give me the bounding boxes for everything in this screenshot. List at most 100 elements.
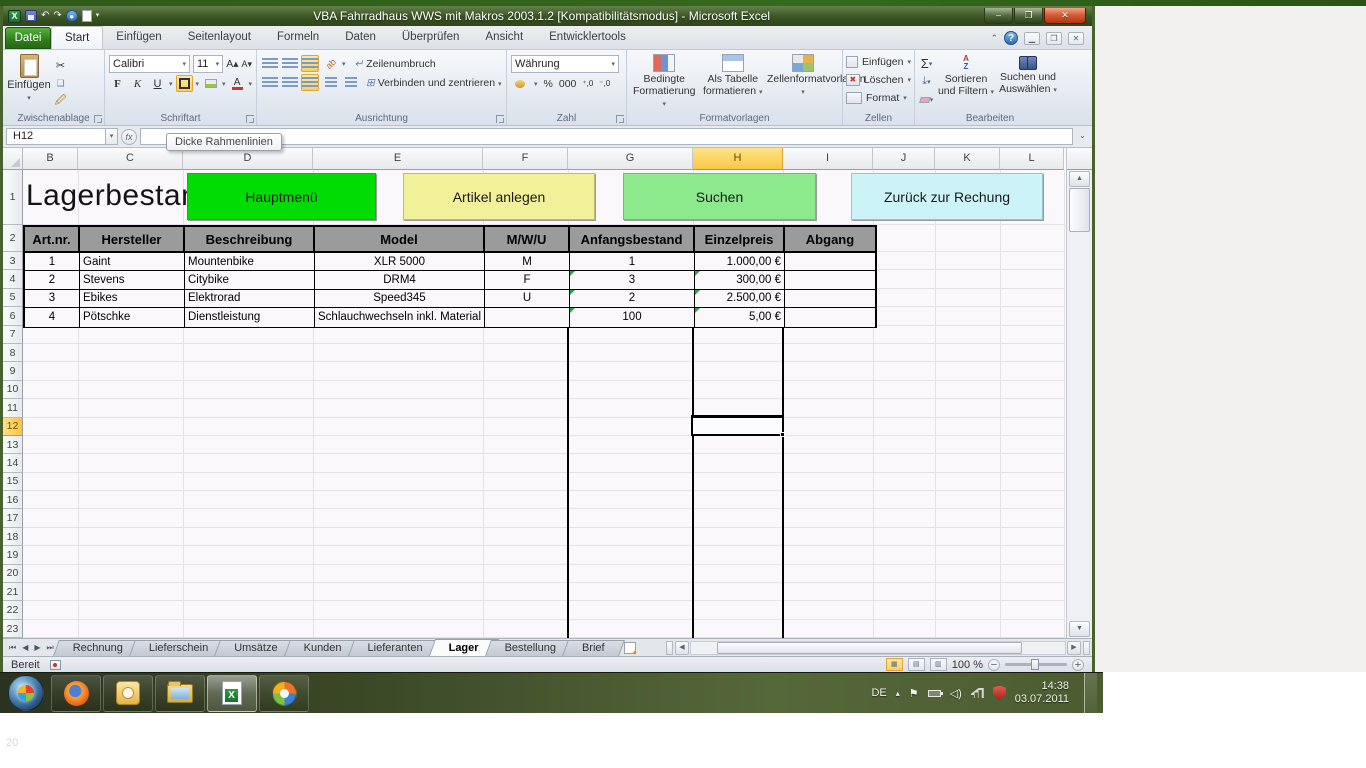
fill-handle[interactable] bbox=[780, 432, 785, 437]
sheet-tab[interactable]: Lieferanten bbox=[355, 639, 436, 656]
grid-row[interactable] bbox=[23, 565, 1064, 583]
accounting-format-icon[interactable] bbox=[511, 75, 528, 92]
insert-worksheet-tab[interactable] bbox=[618, 639, 642, 656]
row-header[interactable]: 3 bbox=[3, 252, 23, 270]
row-header[interactable]: 22 bbox=[3, 601, 23, 619]
column-header[interactable]: D bbox=[183, 148, 313, 170]
table-cell[interactable]: XLR 5000 bbox=[315, 253, 485, 270]
table-header-cell[interactable]: Hersteller bbox=[80, 227, 185, 251]
paste-button[interactable]: Einfügen▾ bbox=[6, 53, 52, 110]
autosum-icon[interactable]: Σ▾ bbox=[918, 55, 935, 72]
normal-view-icon[interactable]: ▦ bbox=[886, 658, 903, 671]
ribbon-tab[interactable]: Daten bbox=[332, 26, 389, 49]
row-header[interactable]: 15 bbox=[3, 473, 23, 491]
table-cell[interactable]: Stevens bbox=[80, 271, 185, 288]
alignment-dialog-launcher[interactable] bbox=[496, 115, 504, 123]
table-cell[interactable] bbox=[785, 271, 875, 288]
increase-decimal-icon[interactable]: ⁺,0 bbox=[582, 79, 593, 88]
column-header[interactable]: H bbox=[693, 148, 783, 170]
table-cell[interactable]: Ebikes bbox=[80, 290, 185, 307]
excel-logo-icon[interactable]: X bbox=[8, 10, 21, 23]
first-sheet-icon[interactable]: ⏮ bbox=[7, 643, 18, 653]
restore-button[interactable]: ❐ bbox=[1014, 8, 1043, 24]
column-header[interactable]: F bbox=[483, 148, 568, 170]
table-cell[interactable]: Mountenbike bbox=[185, 253, 315, 270]
file-tab[interactable]: Datei bbox=[5, 27, 51, 49]
format-as-table-button[interactable]: Als Tabelle formatieren ▾ bbox=[699, 53, 768, 112]
name-box-dropdown-icon[interactable]: ▾ bbox=[106, 128, 118, 145]
table-cell[interactable]: U bbox=[485, 290, 570, 307]
font-dialog-launcher[interactable] bbox=[246, 115, 254, 123]
insert-cells-button[interactable]: Einfügen▾ bbox=[846, 53, 911, 71]
column-header[interactable]: G bbox=[568, 148, 693, 170]
clock-icon[interactable]: ● bbox=[66, 10, 78, 22]
column-header[interactable]: B bbox=[23, 148, 78, 170]
show-desktop-button[interactable] bbox=[1084, 673, 1097, 714]
insert-function-icon[interactable]: fx bbox=[121, 129, 137, 145]
macro-button[interactable]: Zurück zur Rechung bbox=[851, 173, 1043, 220]
ribbon-tab[interactable]: Start bbox=[51, 26, 103, 49]
format-painter-icon[interactable]: 🖉 bbox=[52, 93, 69, 110]
formula-bar-expand-icon[interactable]: ⌄ bbox=[1076, 128, 1089, 145]
row-header[interactable]: 20 bbox=[3, 565, 23, 583]
row-header[interactable]: 19 bbox=[3, 546, 23, 564]
sheet-tab[interactable]: Rechnung bbox=[60, 639, 136, 656]
shrink-font-icon[interactable]: A▾ bbox=[241, 59, 252, 70]
action-center-flag-icon[interactable]: ⚑ bbox=[909, 687, 919, 700]
row-header[interactable]: 14 bbox=[3, 454, 23, 472]
selected-cell-h12[interactable] bbox=[691, 415, 784, 436]
row-header[interactable]: 18 bbox=[3, 528, 23, 546]
page-break-view-icon[interactable]: ▥ bbox=[930, 658, 947, 671]
row-header[interactable]: 9 bbox=[3, 362, 23, 380]
name-box[interactable]: H12 bbox=[6, 128, 106, 145]
sort-filter-button[interactable]: AZ Sortieren und Filtern ▾ bbox=[935, 53, 997, 112]
row-header[interactable]: 13 bbox=[3, 436, 23, 454]
table-header-cell[interactable]: Einzelpreis bbox=[695, 227, 785, 251]
format-cells-button[interactable]: Format▾ bbox=[846, 89, 911, 107]
table-header-cell[interactable]: Anfangsbestand bbox=[570, 227, 695, 251]
grid-row[interactable] bbox=[23, 381, 1064, 399]
grid-row[interactable] bbox=[23, 601, 1064, 619]
table-cell[interactable]: Dienstleistung bbox=[185, 308, 315, 326]
table-cell[interactable]: 3 bbox=[570, 271, 695, 288]
row-header[interactable]: 23 bbox=[3, 620, 23, 638]
prev-sheet-icon[interactable]: ◀ bbox=[20, 643, 30, 652]
grid-row[interactable] bbox=[23, 326, 1064, 344]
column-header[interactable]: C bbox=[78, 148, 183, 170]
grid-row[interactable] bbox=[23, 436, 1064, 454]
ribbon-tab[interactable]: Überprüfen bbox=[389, 26, 473, 49]
taskbar-excel-button[interactable] bbox=[207, 675, 257, 712]
italic-icon[interactable]: K bbox=[129, 75, 146, 92]
table-cell[interactable] bbox=[785, 290, 875, 307]
row-header[interactable]: 4 bbox=[3, 270, 23, 288]
ribbon-tab[interactable]: Formeln bbox=[264, 26, 332, 49]
table-cell[interactable] bbox=[785, 308, 875, 326]
table-cell[interactable]: 2 bbox=[25, 271, 80, 288]
scroll-right-icon[interactable]: ▶ bbox=[1067, 641, 1081, 655]
column-header[interactable]: L bbox=[1000, 148, 1064, 170]
grid-row[interactable] bbox=[23, 546, 1064, 564]
table-cell[interactable]: F bbox=[485, 271, 570, 288]
clock[interactable]: 14:38 03.07.2011 bbox=[1015, 680, 1069, 706]
bold-icon[interactable]: F bbox=[109, 75, 126, 92]
decrease-indent-icon[interactable] bbox=[322, 74, 339, 91]
table-header-cell[interactable]: Art.nr. bbox=[25, 227, 80, 251]
table-header-cell[interactable]: Beschreibung bbox=[185, 227, 315, 251]
table-cell[interactable]: Gaint bbox=[80, 253, 185, 270]
delete-cells-button[interactable]: ✖ Löschen▾ bbox=[846, 71, 911, 89]
grid-row[interactable] bbox=[23, 620, 1064, 638]
number-format-select[interactable]: Währung▾ bbox=[511, 55, 619, 73]
macro-button[interactable]: Hauptmenü bbox=[187, 173, 376, 220]
zoom-slider-thumb[interactable] bbox=[1031, 659, 1039, 670]
grid-row[interactable] bbox=[23, 344, 1064, 362]
horizontal-scroll-thumb[interactable] bbox=[717, 642, 1022, 654]
redo-icon[interactable]: ↷ bbox=[53, 9, 61, 23]
find-select-button[interactable]: Suchen und Auswählen ▾ bbox=[997, 53, 1059, 112]
row-header[interactable]: 7 bbox=[3, 326, 23, 344]
workbook-close-button[interactable]: ✕ bbox=[1068, 32, 1084, 45]
minimize-button[interactable]: – bbox=[984, 8, 1013, 24]
row-header[interactable]: 2 bbox=[3, 225, 23, 252]
table-cell[interactable]: Speed345 bbox=[315, 290, 485, 307]
table-cell[interactable]: 5,00 € bbox=[695, 308, 785, 326]
grid-row[interactable] bbox=[23, 583, 1064, 601]
